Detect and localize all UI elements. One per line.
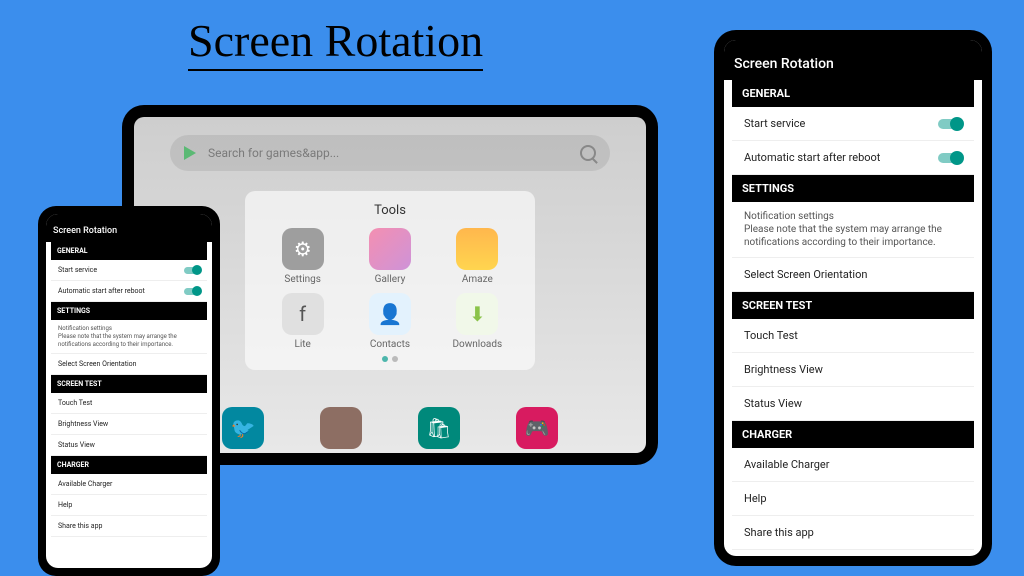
row-share[interactable]: Share this app xyxy=(51,516,207,537)
dock: 🐦 🛍 🎮 xyxy=(222,407,558,449)
row-help[interactable]: Help xyxy=(51,495,207,516)
folder-icon xyxy=(456,228,498,270)
row-auto-reboot[interactable]: Automatic start after reboot xyxy=(732,141,974,175)
row-share[interactable]: Share this app xyxy=(732,516,974,550)
tools-folder-title: Tools xyxy=(259,203,521,218)
download-icon: ⬇ xyxy=(456,293,498,335)
section-charger: CHARGER xyxy=(51,456,207,474)
app-title-bar: Screen Rotation xyxy=(724,40,982,80)
row-help[interactable]: Help xyxy=(732,482,974,516)
row-available-charger[interactable]: Available Charger xyxy=(51,474,207,495)
row-select-orientation[interactable]: Select Screen Orientation xyxy=(51,354,207,375)
facebook-lite-icon: f xyxy=(282,293,324,335)
app-title-bar: Screen Rotation xyxy=(46,214,212,242)
row-notification-settings[interactable]: Notification settings Please note that t… xyxy=(51,320,207,354)
row-notification-settings[interactable]: Notification settings Please note that t… xyxy=(732,202,974,258)
row-brightness[interactable]: Brightness View xyxy=(51,414,207,435)
gear-icon: ⚙ xyxy=(282,228,324,270)
row-touch-test[interactable]: Touch Test xyxy=(51,393,207,414)
section-general: GENERAL xyxy=(51,242,207,260)
toggle-auto-reboot[interactable] xyxy=(938,153,962,163)
section-screen-test: SCREEN TEST xyxy=(732,292,974,319)
search-placeholder: Search for games&app... xyxy=(208,146,580,160)
app-lite[interactable]: f Lite xyxy=(259,293,346,350)
row-brightness[interactable]: Brightness View xyxy=(732,353,974,387)
section-screen-test: SCREEN TEST xyxy=(51,375,207,393)
phone-small: Screen Rotation GENERAL Start service Au… xyxy=(38,206,220,576)
row-available-charger[interactable]: Available Charger xyxy=(732,448,974,482)
section-general: GENERAL xyxy=(732,80,974,107)
play-store-icon xyxy=(184,146,196,160)
search-icon xyxy=(580,145,596,161)
row-auto-reboot[interactable]: Automatic start after reboot xyxy=(51,281,207,302)
page-indicator xyxy=(259,356,521,362)
search-bar[interactable]: Search for games&app... xyxy=(170,135,610,171)
row-touch-test[interactable]: Touch Test xyxy=(732,319,974,353)
toggle-start-service[interactable] xyxy=(938,119,962,129)
app-gallery[interactable]: Gallery xyxy=(346,228,433,285)
section-settings: SETTINGS xyxy=(732,175,974,202)
row-select-orientation[interactable]: Select Screen Orientation xyxy=(732,258,974,292)
page-title: Screen Rotation xyxy=(188,14,483,71)
app-settings[interactable]: ⚙ Settings xyxy=(259,228,346,285)
row-start-service[interactable]: Start service xyxy=(51,260,207,281)
toggle-start-service[interactable] xyxy=(184,267,200,274)
section-settings: SETTINGS xyxy=(51,302,207,320)
phone-large: Screen Rotation GENERAL Start service Au… xyxy=(714,30,992,566)
app-amaze[interactable]: Amaze xyxy=(434,228,521,285)
row-start-service[interactable]: Start service xyxy=(732,107,974,141)
gallery-icon xyxy=(369,228,411,270)
dock-app-2[interactable] xyxy=(320,407,362,449)
row-status-view[interactable]: Status View xyxy=(732,387,974,421)
dock-app-4[interactable]: 🎮 xyxy=(516,407,558,449)
contacts-icon: 👤 xyxy=(369,293,411,335)
tools-folder: Tools ⚙ Settings Gallery Amaze f Lite xyxy=(245,191,535,370)
row-status-view[interactable]: Status View xyxy=(51,435,207,456)
app-downloads[interactable]: ⬇ Downloads xyxy=(434,293,521,350)
app-contacts[interactable]: 👤 Contacts xyxy=(346,293,433,350)
dock-app-3[interactable]: 🛍 xyxy=(418,407,460,449)
toggle-auto-reboot[interactable] xyxy=(184,288,200,295)
dock-app-1[interactable]: 🐦 xyxy=(222,407,264,449)
section-charger: CHARGER xyxy=(732,421,974,448)
